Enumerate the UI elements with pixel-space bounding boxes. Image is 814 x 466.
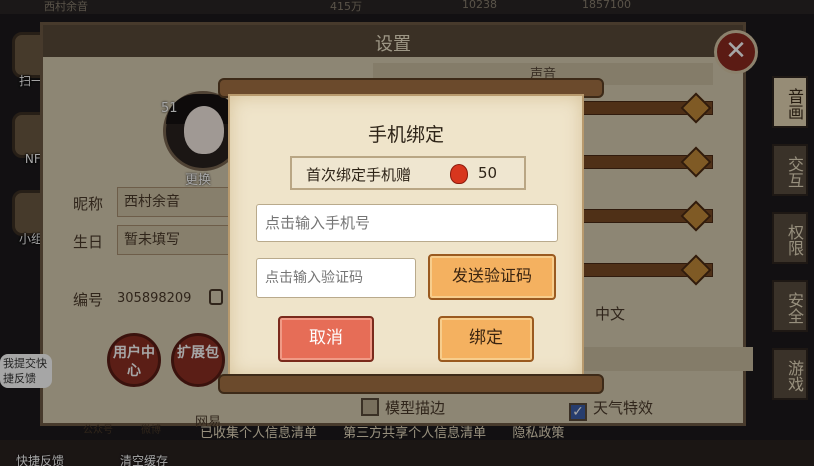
fish-icon <box>450 164 468 184</box>
phone-input[interactable] <box>256 204 558 242</box>
reward-banner: 首次绑定手机赠 50 <box>290 156 526 190</box>
cancel-button[interactable]: 取消 <box>278 316 374 362</box>
dialog-title: 手机绑定 <box>367 124 444 146</box>
verification-code-input[interactable] <box>256 258 416 298</box>
phone-bind-dialog: 手机绑定 首次绑定手机赠 50 发送验证码 取消 绑定 <box>228 94 584 378</box>
reward-text: 首次绑定手机赠 <box>306 166 412 184</box>
reward-count: 50 <box>478 164 498 182</box>
send-code-button[interactable]: 发送验证码 <box>428 254 556 300</box>
bind-button[interactable]: 绑定 <box>438 316 534 362</box>
scroll-roll-bottom <box>218 374 604 394</box>
